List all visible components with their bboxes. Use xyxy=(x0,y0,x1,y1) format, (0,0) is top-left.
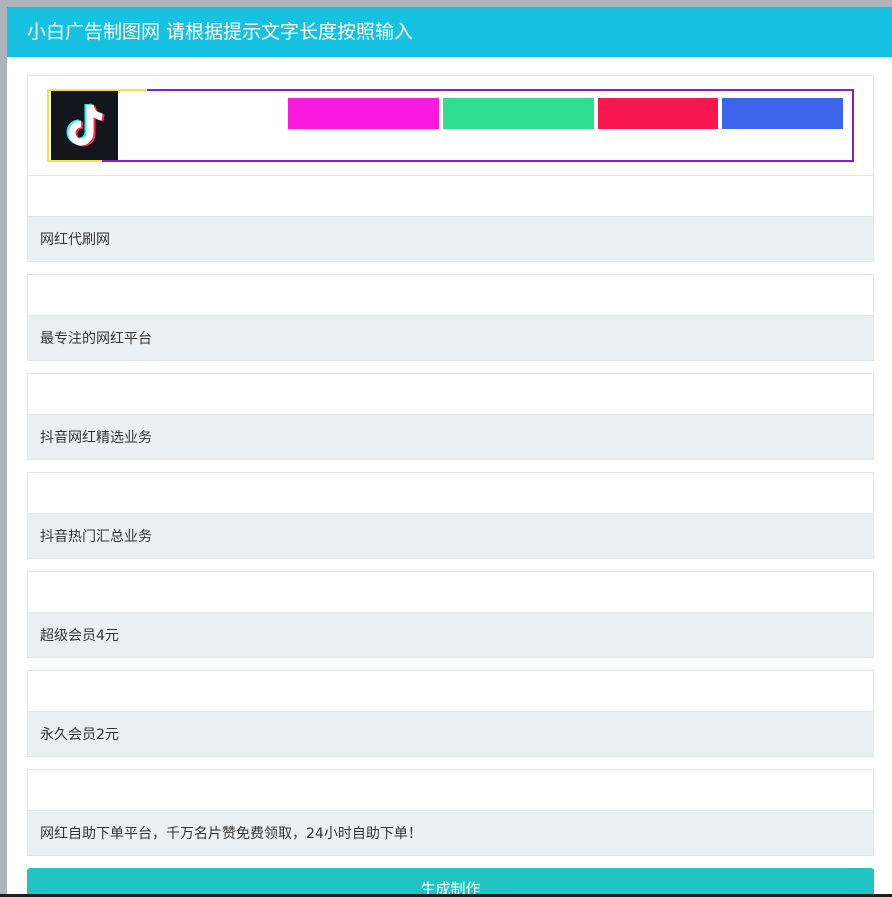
banner-accent-left xyxy=(47,89,49,162)
text-input-2[interactable] xyxy=(28,316,873,360)
field-spacer xyxy=(28,176,873,217)
text-input-5[interactable] xyxy=(28,613,873,657)
banner-block-green xyxy=(443,98,594,129)
banner-preview xyxy=(47,89,854,162)
generator-panel: 小白广告制图网 请根据提示文字长度按照输入 网红代刷网 最专注的网红平台 抖音网… xyxy=(7,7,892,897)
field-group xyxy=(27,769,874,856)
field-group xyxy=(27,274,874,361)
field-spacer xyxy=(28,374,873,415)
tiktok-logo-icon xyxy=(51,91,118,160)
field-group xyxy=(27,571,874,658)
banner-block-red xyxy=(598,98,718,129)
banner-block-magenta xyxy=(288,98,439,129)
field-spacer xyxy=(28,671,873,712)
field-group xyxy=(27,472,874,559)
ad-form: 生成制作 xyxy=(27,75,874,897)
text-input-7[interactable] xyxy=(28,811,873,855)
field-spacer xyxy=(28,770,873,811)
field-spacer xyxy=(28,275,873,316)
text-input-4[interactable] xyxy=(28,514,873,558)
generate-button[interactable]: 生成制作 xyxy=(27,868,874,897)
banner-accent-bottom xyxy=(47,160,102,162)
banner-preview-row xyxy=(27,75,874,175)
field-group xyxy=(27,670,874,757)
text-input-1[interactable] xyxy=(28,217,873,261)
field-spacer xyxy=(28,572,873,613)
panel-title: 小白广告制图网 请根据提示文字长度按照输入 xyxy=(7,7,892,57)
field-group xyxy=(27,175,874,262)
text-input-3[interactable] xyxy=(28,415,873,459)
banner-block-blue xyxy=(722,98,843,129)
field-group xyxy=(27,373,874,460)
field-spacer xyxy=(28,473,873,514)
text-input-6[interactable] xyxy=(28,712,873,756)
